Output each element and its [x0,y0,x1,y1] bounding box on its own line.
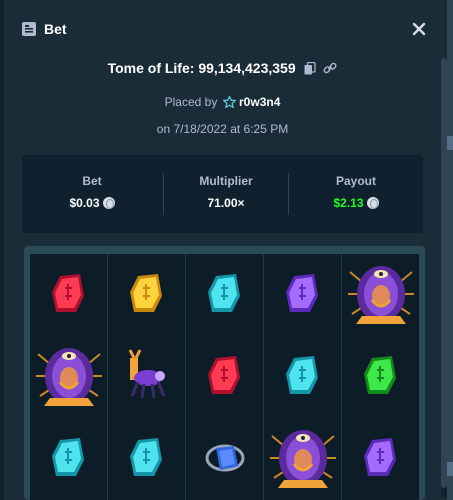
cyan-gem-symbol-icon [108,418,186,498]
vip-star-icon [221,94,237,109]
slot-reels [24,246,425,500]
link-icon[interactable] [323,62,337,75]
background-page-edge [447,0,453,500]
litecoin-icon [366,197,379,209]
purple-gem-symbol-icon [342,418,420,498]
payout-amount: $2.13 [333,196,364,210]
bet-list-icon [22,22,36,36]
reel-grid [30,254,419,500]
sorceress-wild-symbol-icon [264,418,342,498]
gold-gem-symbol-icon [108,254,186,334]
payout-stat: Payout $2.13 [289,155,423,233]
placed-by-label: Placed by [164,95,218,109]
bet-id: 99,134,423,359 [198,60,296,76]
close-icon[interactable] [408,18,430,40]
litecoin-icon [102,197,115,209]
multiplier-stat: Multiplier 71.00× [164,155,288,233]
cyan-gem-symbol-icon [30,418,108,498]
edge-marker [447,136,453,150]
bet-value: $0.03 [22,196,162,210]
red-gem-symbol-icon [186,336,264,416]
bet-stats-panel: Bet $0.03 Multiplier 71.00× Payout $2.13 [22,155,423,233]
bet-label: Bet [82,174,102,188]
multiplier-value: 71.00× [207,196,245,210]
username-link[interactable]: r0w3n4 [239,95,280,109]
multiplier-label: Multiplier [199,174,253,188]
placed-by: Placed by r0w3n4 [4,94,441,109]
modal-title: Bet [44,21,67,37]
bet-modal: Bet Tome of Life: 99,134,423,359 Placed … [4,0,447,500]
date-value: 7/18/2022 at 6:25 PM [173,122,289,136]
bet-amount-stat: Bet $0.03 [22,155,162,233]
spider-creature-symbol-icon [108,336,186,416]
date-prefix: on [156,122,171,136]
bet-date: on 7/18/2022 at 6:25 PM [4,122,441,136]
bet-amount: $0.03 [69,196,100,210]
sorceress-wild-symbol-icon [342,254,420,334]
copy-icon[interactable] [304,62,316,75]
modal-header: Bet [4,0,447,58]
edge-marker [447,462,453,476]
payout-label: Payout [335,174,376,188]
purple-gem-symbol-icon [264,254,342,334]
green-gem-symbol-icon [342,336,420,416]
cyan-gem-symbol-icon [186,254,264,334]
cyan-gem-symbol-icon [264,336,342,416]
sorceress-wild-symbol-icon [30,336,108,416]
red-gem-symbol-icon [30,254,108,334]
blue-orb-symbol-icon [186,418,264,498]
game-title: Tome of Life: 99,134,423,359 [4,60,441,76]
game-name: Tome of Life: [107,60,195,76]
payout-value: $2.13 [289,196,423,210]
